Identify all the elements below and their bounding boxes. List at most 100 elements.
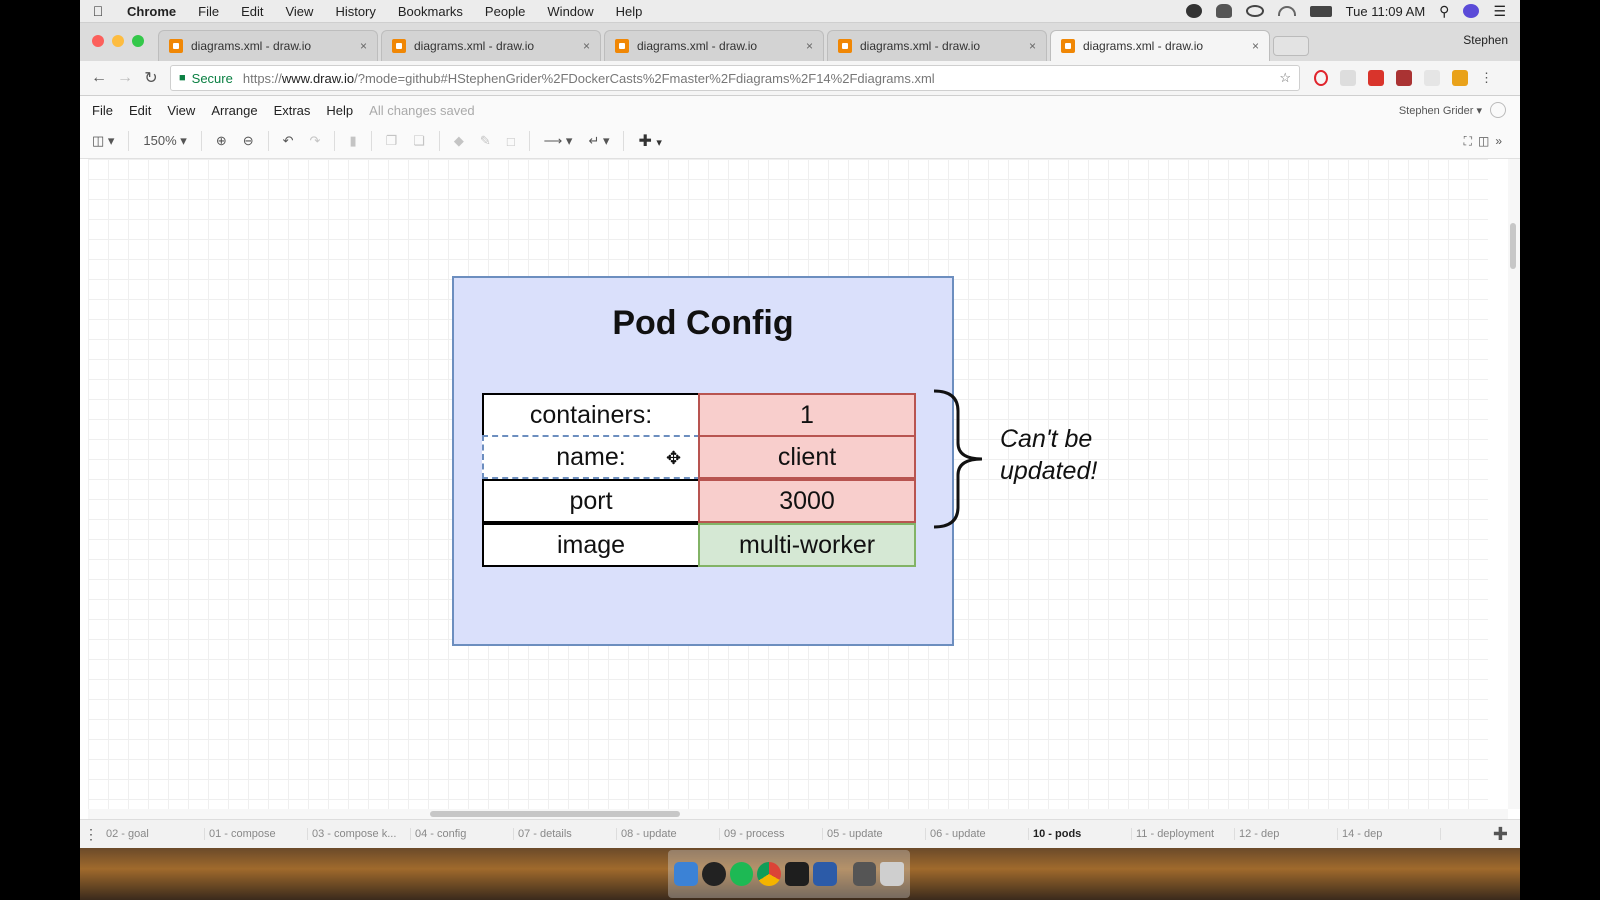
obs-icon[interactable] [1185,4,1202,18]
tab-close-icon[interactable]: × [360,39,367,53]
puzzle-extension-icon[interactable] [1452,70,1468,86]
delete-icon[interactable]: ▮ [341,133,364,149]
page-tab[interactable]: 07 - details [514,828,617,840]
menu-bookmarks[interactable]: Bookmarks [387,4,474,19]
table-value-cell[interactable]: client [698,435,916,479]
waypoints-icon[interactable]: ↵ ▾ [580,133,617,149]
annotation-note[interactable]: Can't be updated! [1000,423,1097,487]
table-key-cell[interactable]: containers: [482,393,700,437]
drawio-menu-view[interactable]: View [159,103,203,118]
page-tab[interactable]: 01 - compose [205,828,308,840]
user-menu[interactable]: Stephen Grider ▾ [1399,104,1482,117]
menu-history[interactable]: History [324,4,386,19]
drawio-menu-file[interactable]: File [80,103,121,118]
zoom-out-icon[interactable]: ⊖ [235,133,262,149]
browser-tab-active[interactable]: diagrams.xml - draw.io × [1050,30,1270,61]
table-value-cell[interactable]: 1 [698,393,916,437]
page-tab[interactable]: 09 - process [720,828,823,840]
menu-file[interactable]: File [187,4,230,19]
spotify-icon[interactable] [729,862,754,886]
notification-center-icon[interactable]: ☰ [1493,3,1506,20]
menu-app-chrome[interactable]: Chrome [116,4,187,19]
fill-color-icon[interactable]: ◆ [446,133,472,149]
redo-icon[interactable]: ↷ [302,133,329,149]
format-panel-icon[interactable]: ◫ ▾ [84,133,122,149]
obs-icon[interactable] [701,862,726,886]
table-key-cell[interactable]: image [482,523,700,567]
drawio-menu-help[interactable]: Help [318,103,361,118]
page-tab[interactable]: 11 - deployment [1132,828,1235,840]
diagram-canvas[interactable]: Pod Config containers: 1 name: client po… [88,159,1488,809]
user-avatar-icon[interactable] [1490,102,1506,118]
tab-close-icon[interactable]: × [1252,39,1259,53]
browser-tab[interactable]: diagrams.xml - draw.io × [604,30,824,61]
insert-plus-icon[interactable]: ✚ ▾ [630,131,669,151]
close-window-button[interactable] [92,35,104,47]
vertical-scrollbar[interactable] [1508,159,1520,809]
terminal-icon[interactable] [785,862,809,886]
minimize-window-button[interactable] [112,35,124,47]
undo-icon[interactable]: ↶ [275,133,302,149]
connection-style-icon[interactable]: ⟶ ▾ [536,133,581,149]
drawio-menu-extras[interactable]: Extras [266,103,319,118]
horizontal-scrollbar[interactable] [88,809,1508,819]
chrome-menu-icon[interactable]: ⋮ [1480,70,1493,86]
to-back-icon[interactable]: ❏ [405,133,433,149]
css-extension-icon[interactable] [1340,70,1356,86]
bookmark-star-icon[interactable]: ☆ [1279,70,1291,86]
curly-brace[interactable] [930,389,990,529]
tab-close-icon[interactable]: × [583,39,590,53]
page-tab[interactable]: 12 - dep [1235,828,1338,840]
vscode-icon[interactable] [812,862,837,886]
forward-arrow-icon[interactable]: → [112,69,138,87]
browser-tab[interactable]: diagrams.xml - draw.io × [381,30,601,61]
drawio-menu-edit[interactable]: Edit [121,103,159,118]
page-tab[interactable]: 14 - dep [1338,828,1441,840]
menu-help[interactable]: Help [605,4,654,19]
reload-icon[interactable]: ↻ [138,68,164,88]
page-tab[interactable]: 05 - update [823,828,926,840]
url-input[interactable]: ■ Secure https:// www.draw.io /?mode=git… [170,65,1300,91]
new-tab-button[interactable] [1273,36,1309,56]
docker-icon[interactable] [1215,4,1232,18]
page-tab[interactable]: 03 - compose k... [308,828,411,840]
horizontal-scroll-thumb[interactable] [430,811,680,817]
battery-icon[interactable] [1309,5,1332,17]
menu-people[interactable]: People [474,4,536,19]
page-tab-active[interactable]: 10 - pods [1029,828,1132,840]
collapse-icon[interactable]: » [1495,134,1502,149]
split-panel-icon[interactable]: ◫ [1478,134,1489,149]
browser-tab[interactable]: diagrams.xml - draw.io × [158,30,378,61]
menu-edit[interactable]: Edit [230,4,274,19]
shield-extension-icon[interactable] [1396,70,1412,86]
pages-menu-icon[interactable]: ⋮ [80,826,102,843]
vertical-scroll-thumb[interactable] [1510,223,1516,269]
spotlight-search-icon[interactable]: ⚲ [1439,3,1449,20]
page-tab[interactable]: 02 - goal [102,828,205,840]
diagram-title[interactable]: Pod Config [454,304,952,343]
tab-close-icon[interactable]: × [806,39,813,53]
wifi-icon[interactable] [1277,6,1296,16]
table-value-cell[interactable]: multi-worker [698,523,916,567]
to-front-icon[interactable]: ❐ [378,133,406,149]
clock[interactable]: Tue 11:09 AM [1346,4,1426,19]
finder-icon[interactable] [674,862,698,886]
add-page-icon[interactable]: ✚ [1493,824,1508,845]
maximize-window-button[interactable] [132,35,144,47]
pdf-extension-icon[interactable] [1368,70,1384,86]
glasses-icon[interactable] [1245,5,1264,17]
zoom-in-icon[interactable]: ⊕ [208,133,235,149]
opera-extension-icon[interactable] [1314,70,1328,86]
browser-tab[interactable]: diagrams.xml - draw.io × [827,30,1047,61]
table-value-cell[interactable]: 3000 [698,479,916,523]
page-tab[interactable]: 08 - update [617,828,720,840]
tab-close-icon[interactable]: × [1029,39,1036,53]
refresh-extension-icon[interactable] [1424,70,1440,86]
shadow-icon[interactable]: □ [499,134,523,149]
profile-name[interactable]: Stephen [1463,33,1508,47]
menu-view[interactable]: View [274,4,324,19]
back-arrow-icon[interactable]: ← [86,69,112,87]
page-tab[interactable]: 06 - update [926,828,1029,840]
chrome-icon[interactable] [757,862,782,886]
pod-config-container[interactable]: Pod Config containers: 1 name: client po… [452,276,954,646]
